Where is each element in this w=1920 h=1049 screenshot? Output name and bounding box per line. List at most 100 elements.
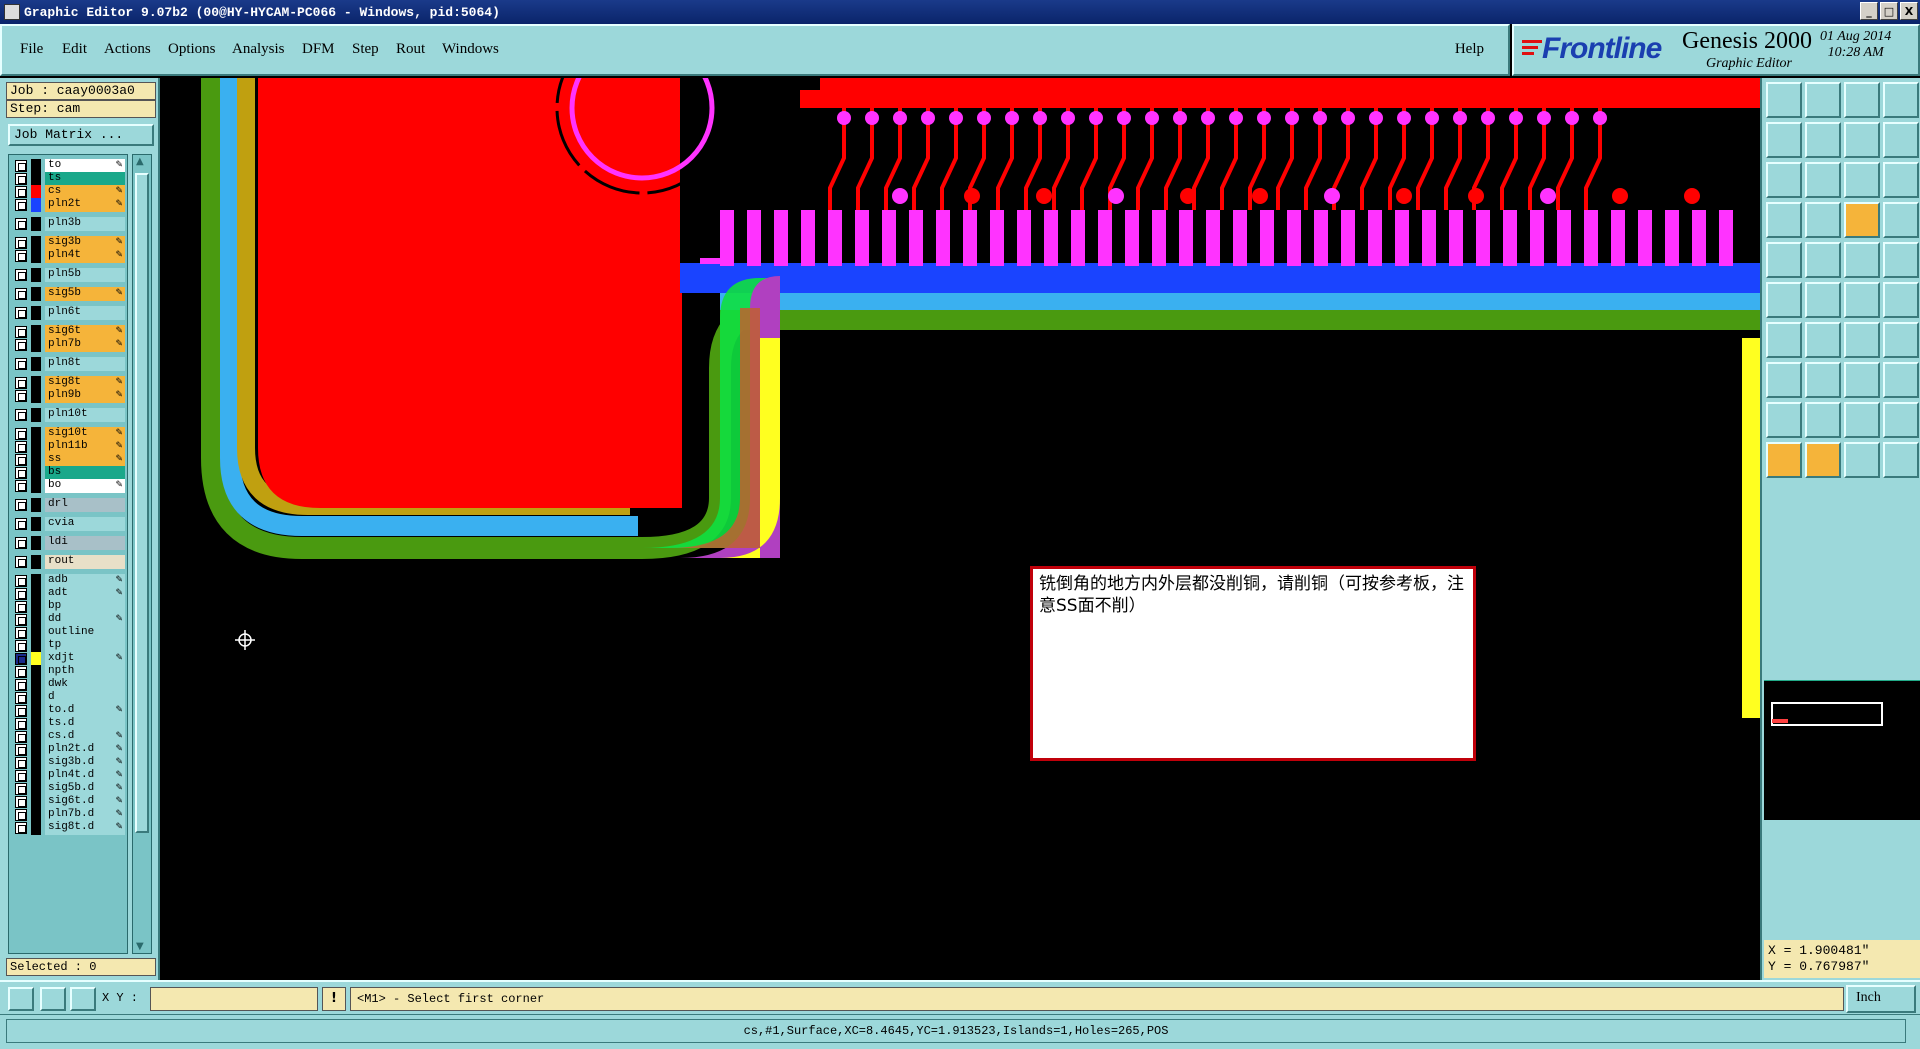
overview-map[interactable] <box>1764 680 1920 820</box>
layer-name[interactable]: to.d ✎ <box>45 704 125 718</box>
layer-checkbox[interactable] <box>15 575 27 587</box>
layer-row-sig5b.d[interactable]: sig5b.d ✎ <box>9 782 127 796</box>
layer-checkbox[interactable] <box>15 480 27 492</box>
layer-row-pln7b[interactable]: pln7b ✎ <box>9 338 127 352</box>
layer-checkbox[interactable] <box>15 199 27 211</box>
menu-actions[interactable]: Actions <box>104 41 151 58</box>
layer-checkbox[interactable] <box>15 186 27 198</box>
layer-row-drl[interactable]: drl <box>9 498 127 512</box>
layer-row-rout[interactable]: rout <box>9 555 127 569</box>
circle-icon[interactable] <box>1883 242 1919 278</box>
left-icon[interactable] <box>1766 122 1802 158</box>
layer-row-to.d[interactable]: to.d ✎ <box>9 704 127 718</box>
multi-select-icon[interactable] <box>1883 442 1919 478</box>
layer-checkbox[interactable] <box>15 679 27 691</box>
pin-icon[interactable] <box>1805 202 1841 238</box>
layer-name[interactable]: npth <box>45 665 125 679</box>
layer-row-sig6t.d[interactable]: sig6t.d ✎ <box>9 795 127 809</box>
delta-icon[interactable] <box>1805 402 1841 438</box>
layer-row-dwk[interactable]: dwk <box>9 678 127 692</box>
layer-row-to[interactable]: to ✎ <box>9 159 127 173</box>
layer-checkbox[interactable] <box>15 718 27 730</box>
split-icon[interactable] <box>1883 122 1919 158</box>
trace-icon[interactable] <box>1805 362 1841 398</box>
layer-checkbox[interactable] <box>15 160 27 172</box>
layer-checkbox[interactable] <box>15 731 27 743</box>
layer-name[interactable]: bp <box>45 600 125 614</box>
layer-checkbox[interactable] <box>15 237 27 249</box>
layer-name[interactable]: pln7b ✎ <box>45 338 125 352</box>
scroll-thumb[interactable] <box>135 173 149 833</box>
layer-name[interactable]: sig6t.d ✎ <box>45 795 125 809</box>
menu-dfm[interactable]: DFM <box>302 41 335 58</box>
layer-name[interactable]: sig6t ✎ <box>45 325 125 339</box>
maximize-button[interactable]: □ <box>1880 2 1898 20</box>
layer-name[interactable]: pln2t ✎ <box>45 198 125 212</box>
window-icon[interactable] <box>1883 82 1919 118</box>
layer-row-pln4t[interactable]: pln4t ✎ <box>9 249 127 263</box>
layer-name[interactable]: pln8t <box>45 357 125 371</box>
layer-checkbox[interactable] <box>15 809 27 821</box>
layer-name[interactable]: pln6t <box>45 306 125 320</box>
layer-row-cvia[interactable]: cvia <box>9 517 127 531</box>
pick-icon[interactable] <box>1844 442 1880 478</box>
layer-row-sig6t[interactable]: sig6t ✎ <box>9 325 127 339</box>
layer-name[interactable]: pln5b <box>45 268 125 282</box>
line-icon[interactable] <box>1805 242 1841 278</box>
layer-checkbox[interactable] <box>15 744 27 756</box>
fit-icon[interactable] <box>1766 162 1802 198</box>
scroll-up-icon[interactable]: ▲ <box>136 156 144 167</box>
layer-checkbox[interactable] <box>15 770 27 782</box>
layer-row-adb[interactable]: adb ✎ <box>9 574 127 588</box>
layer-name[interactable]: pln2t.d ✎ <box>45 743 125 757</box>
home-icon[interactable] <box>1844 82 1880 118</box>
layer-checkbox[interactable] <box>15 390 27 402</box>
layer-row-cs.d[interactable]: cs.d ✎ <box>9 730 127 744</box>
measure-icon[interactable] <box>40 987 66 1011</box>
layer-row-cs[interactable]: cs ✎ <box>9 185 127 199</box>
layer-name[interactable]: outline <box>45 626 125 640</box>
layer-checkbox[interactable] <box>15 705 27 717</box>
layers-icon[interactable] <box>1883 202 1919 238</box>
layer-row-npth[interactable]: npth <box>9 665 127 679</box>
layer-row-sig8t[interactable]: sig8t ✎ <box>9 376 127 390</box>
layer-row-dd[interactable]: dd ✎ <box>9 613 127 627</box>
layer-checkbox[interactable] <box>15 269 27 281</box>
measure-icon[interactable] <box>1844 362 1880 398</box>
layer-checkbox[interactable] <box>15 307 27 319</box>
layer-name[interactable]: bo ✎ <box>45 479 125 493</box>
zoom-icon[interactable] <box>1805 162 1841 198</box>
via-icon[interactable] <box>1766 362 1802 398</box>
layer-row-sig3b.d[interactable]: sig3b.d ✎ <box>9 756 127 770</box>
layer-name[interactable]: sig10t ✎ <box>45 427 125 441</box>
menu-help[interactable]: Help <box>1455 41 1484 58</box>
pad-icon[interactable] <box>1766 242 1802 278</box>
layer-row-sig3b[interactable]: sig3b ✎ <box>9 236 127 250</box>
job-matrix-button[interactable]: Job Matrix ... <box>8 124 154 146</box>
connect-icon[interactable] <box>1844 282 1880 318</box>
layer-checkbox[interactable] <box>15 692 27 704</box>
menu-analysis[interactable]: Analysis <box>232 41 285 58</box>
layer-row-xdjt[interactable]: xdjt ✎ <box>9 652 127 666</box>
layer-name[interactable]: cvia <box>45 517 125 531</box>
layer-row-sig10t[interactable]: sig10t ✎ <box>9 427 127 441</box>
layer-name[interactable]: rout <box>45 555 125 569</box>
menu-rout[interactable]: Rout <box>396 41 425 58</box>
layer-row-tp[interactable]: tp <box>9 639 127 653</box>
snap-icon[interactable] <box>8 987 34 1011</box>
layer-name[interactable]: ldi <box>45 536 125 550</box>
link-icon[interactable] <box>1883 362 1919 398</box>
layer-checkbox[interactable] <box>15 614 27 626</box>
font-icon[interactable] <box>1883 322 1919 358</box>
layer-checkbox[interactable] <box>15 640 27 652</box>
xy-input[interactable] <box>150 987 318 1011</box>
layer-row-sig5b[interactable]: sig5b ✎ <box>9 287 127 301</box>
move-icon[interactable] <box>1883 282 1919 318</box>
layer-name[interactable]: pln7b.d ✎ <box>45 808 125 822</box>
layer-name[interactable]: adb ✎ <box>45 574 125 588</box>
layer-row-pln6t[interactable]: pln6t <box>9 306 127 320</box>
layer-row-ts.d[interactable]: ts.d <box>9 717 127 731</box>
layer-checkbox[interactable] <box>15 783 27 795</box>
layer-name[interactable]: sig5b.d ✎ <box>45 782 125 796</box>
node-icon[interactable] <box>1766 282 1802 318</box>
